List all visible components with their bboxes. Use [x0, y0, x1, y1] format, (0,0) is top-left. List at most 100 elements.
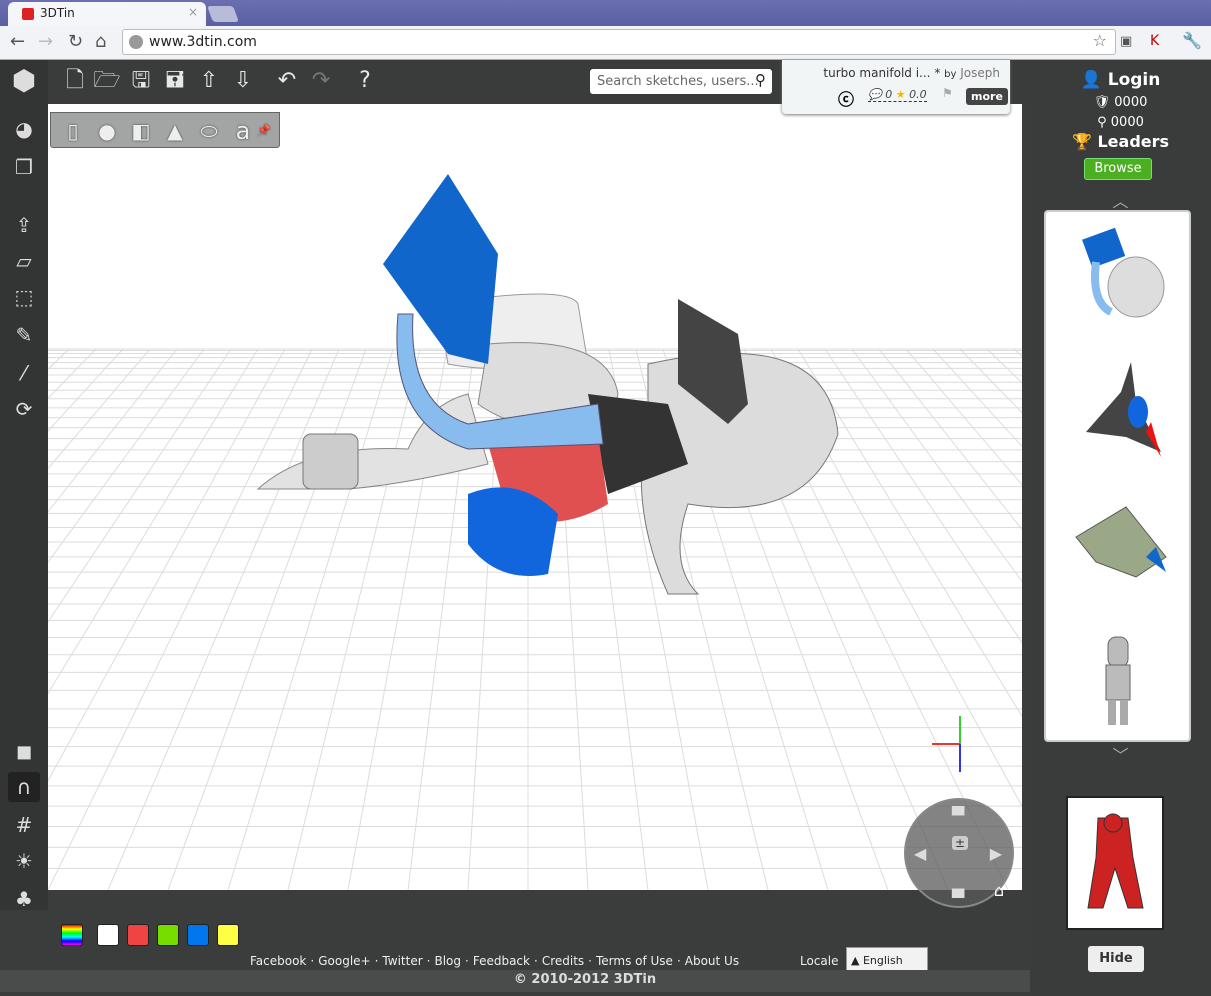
score-1: 🛡 0000 [1093, 95, 1148, 110]
search-input[interactable]: Search sketches, users... ⚲ [590, 69, 772, 94]
star-icon[interactable]: ☆ [1093, 31, 1107, 50]
open-folder-icon[interactable]: 🗁 [92, 66, 122, 96]
creative-commons-icon[interactable]: ⓒ [838, 86, 854, 110]
search-icon[interactable]: ⚲ [755, 71, 766, 89]
scroll-down-icon[interactable]: ﹀ [1030, 742, 1211, 766]
camera-top-icon[interactable]: ▀ [952, 806, 964, 825]
camera-right-icon[interactable]: ▶ [990, 844, 1002, 863]
gallery-item-turbo[interactable] [1066, 222, 1171, 332]
rainbow-color-picker[interactable] [61, 924, 83, 946]
rotate-icon[interactable]: ⟳ [8, 394, 40, 424]
home-view-icon[interactable]: ⌂ [994, 881, 1004, 900]
box-icon[interactable]: ◧ [127, 117, 155, 145]
leaders-link[interactable]: 🏆 Leaders [1030, 132, 1211, 151]
color-swatch[interactable] [217, 924, 239, 946]
redo-icon[interactable]: ↷ [306, 66, 336, 96]
extension-icon[interactable]: ▣ [1120, 34, 1132, 49]
wrench-icon[interactable]: 🔧 [1182, 31, 1202, 50]
tab-title: 3DTin [40, 6, 75, 20]
save-as-icon[interactable]: 🖬 [160, 66, 190, 96]
sphere-icon[interactable]: ● [93, 117, 121, 145]
gallery-item-jet[interactable] [1066, 352, 1171, 462]
footer-link[interactable]: Credits [542, 954, 584, 968]
color-swatch[interactable] [127, 924, 149, 946]
select-icon[interactable]: ⬚ [8, 282, 40, 312]
3d-viewport[interactable] [48, 104, 1022, 890]
gallery-item-robot[interactable] [1066, 617, 1171, 727]
3dtin-favicon [22, 8, 34, 20]
3dtin-logo-cube-icon[interactable]: ⬢ [8, 66, 40, 96]
forward-icon[interactable]: → [38, 31, 53, 52]
footer-link[interactable]: Terms of Use [596, 954, 673, 968]
download-icon[interactable]: ⇩ [228, 66, 258, 96]
primitives-icon[interactable]: ◕ [8, 114, 40, 144]
unsaved-marker: * [934, 66, 941, 80]
footer-link[interactable]: Google+ [318, 954, 370, 968]
locale-select[interactable]: ▲ English [846, 947, 928, 972]
separator: · [426, 954, 431, 968]
scene-canvas[interactable] [48, 104, 1022, 890]
torus-icon[interactable]: ⬭ [195, 117, 223, 145]
help-book-icon[interactable]: ? [350, 66, 380, 96]
new-tab-button[interactable] [207, 6, 239, 22]
nav-bar: ← → ↻ ⌂ www.3dtin.com ☆ ▣ K 🔧 [0, 26, 1211, 60]
browse-button[interactable]: Browse [1084, 158, 1152, 180]
scroll-up-icon[interactable]: ︿ [1030, 188, 1211, 212]
sketch-info-panel: turbo manifold i... * by Joseph ⓒ 💬 0 ★ … [782, 60, 1010, 114]
upload-icon[interactable]: ⇧ [194, 66, 224, 96]
flag-icon[interactable]: ⚑ [942, 86, 953, 100]
back-icon[interactable]: ← [10, 31, 25, 52]
grid-icon[interactable]: # [8, 810, 40, 840]
undo-icon[interactable]: ↶ [272, 66, 302, 96]
text-shape-icon[interactable]: a [229, 117, 257, 145]
caret-up-icon: ▲ [851, 954, 860, 967]
footer-link[interactable]: Feedback [473, 954, 530, 968]
separator: · [310, 954, 315, 968]
author-link[interactable]: Joseph [960, 66, 1000, 80]
camera-navigation-wheel[interactable]: ▀ ◀ ▶ ± ▄ ⌂ [904, 798, 1014, 908]
color-swatch[interactable] [187, 924, 209, 946]
new-file-icon[interactable]: 🗋 [60, 66, 90, 96]
hide-button[interactable]: Hide [1088, 946, 1144, 972]
gallery-item-spaceship[interactable] [1066, 487, 1171, 597]
eraser-icon[interactable]: ▱ [8, 246, 40, 276]
footer-link[interactable]: Twitter [382, 954, 422, 968]
cube-view-icon[interactable]: ◼ [8, 736, 40, 766]
camera-left-icon[interactable]: ◀ [914, 844, 926, 863]
light-icon[interactable]: ☀ [8, 846, 40, 876]
comments-icon[interactable]: 💬 [868, 88, 882, 101]
zoom-control[interactable]: ± [952, 836, 969, 850]
footer-link[interactable]: Blog [434, 954, 461, 968]
close-tab-icon[interactable]: × [188, 5, 198, 19]
color-swatch[interactable] [157, 924, 179, 946]
footer-link[interactable]: About Us [685, 954, 739, 968]
club-icon[interactable]: ♣ [8, 884, 40, 914]
tab-bar: 3DTin × [0, 0, 1211, 26]
footer-links: Facebook · Google+ · Twitter · Blog · Feedback · C… [250, 954, 743, 968]
magnet-icon[interactable]: ∩ [8, 772, 40, 802]
save-icon[interactable]: 🖫 [126, 66, 156, 96]
footer-link[interactable]: Facebook [250, 954, 306, 968]
copy-icon[interactable]: ❐ [8, 152, 40, 182]
separator: · [374, 954, 379, 968]
address-bar[interactable]: www.3dtin.com ☆ [122, 29, 1116, 55]
login-link[interactable]: 👤 Login [1030, 70, 1211, 90]
right-panel: 👤 Login 🛡 0000 ⚲ 0000 🏆 Leaders Browse ︿… [1030, 60, 1211, 996]
home-icon[interactable]: ⌂ [95, 31, 106, 52]
color-swatch[interactable] [97, 924, 119, 946]
camera-bottom-icon[interactable]: ▄ [952, 879, 964, 898]
cone-icon[interactable]: ▲ [161, 117, 189, 145]
preview-thumbnail[interactable] [1066, 796, 1164, 930]
shapes-palette: ▯ ● ◧ ▲ ⬭ a 📌 [50, 112, 280, 148]
paint-brush-icon[interactable]: ✎ [8, 320, 40, 350]
extension-k-icon[interactable]: K [1150, 33, 1159, 49]
more-button[interactable]: more [966, 88, 1008, 105]
star-rating-icon[interactable]: ★ [896, 88, 906, 101]
browser-tab[interactable]: 3DTin × [8, 2, 206, 26]
extrude-icon[interactable]: ⇪ [8, 210, 40, 240]
sketch-title[interactable]: turbo manifold i... [823, 66, 930, 80]
reload-icon[interactable]: ↻ [68, 31, 83, 52]
eyedropper-icon[interactable]: ⁄ [8, 358, 40, 388]
pin-icon[interactable]: 📌 [257, 117, 271, 145]
cylinder-icon[interactable]: ▯ [59, 117, 87, 145]
